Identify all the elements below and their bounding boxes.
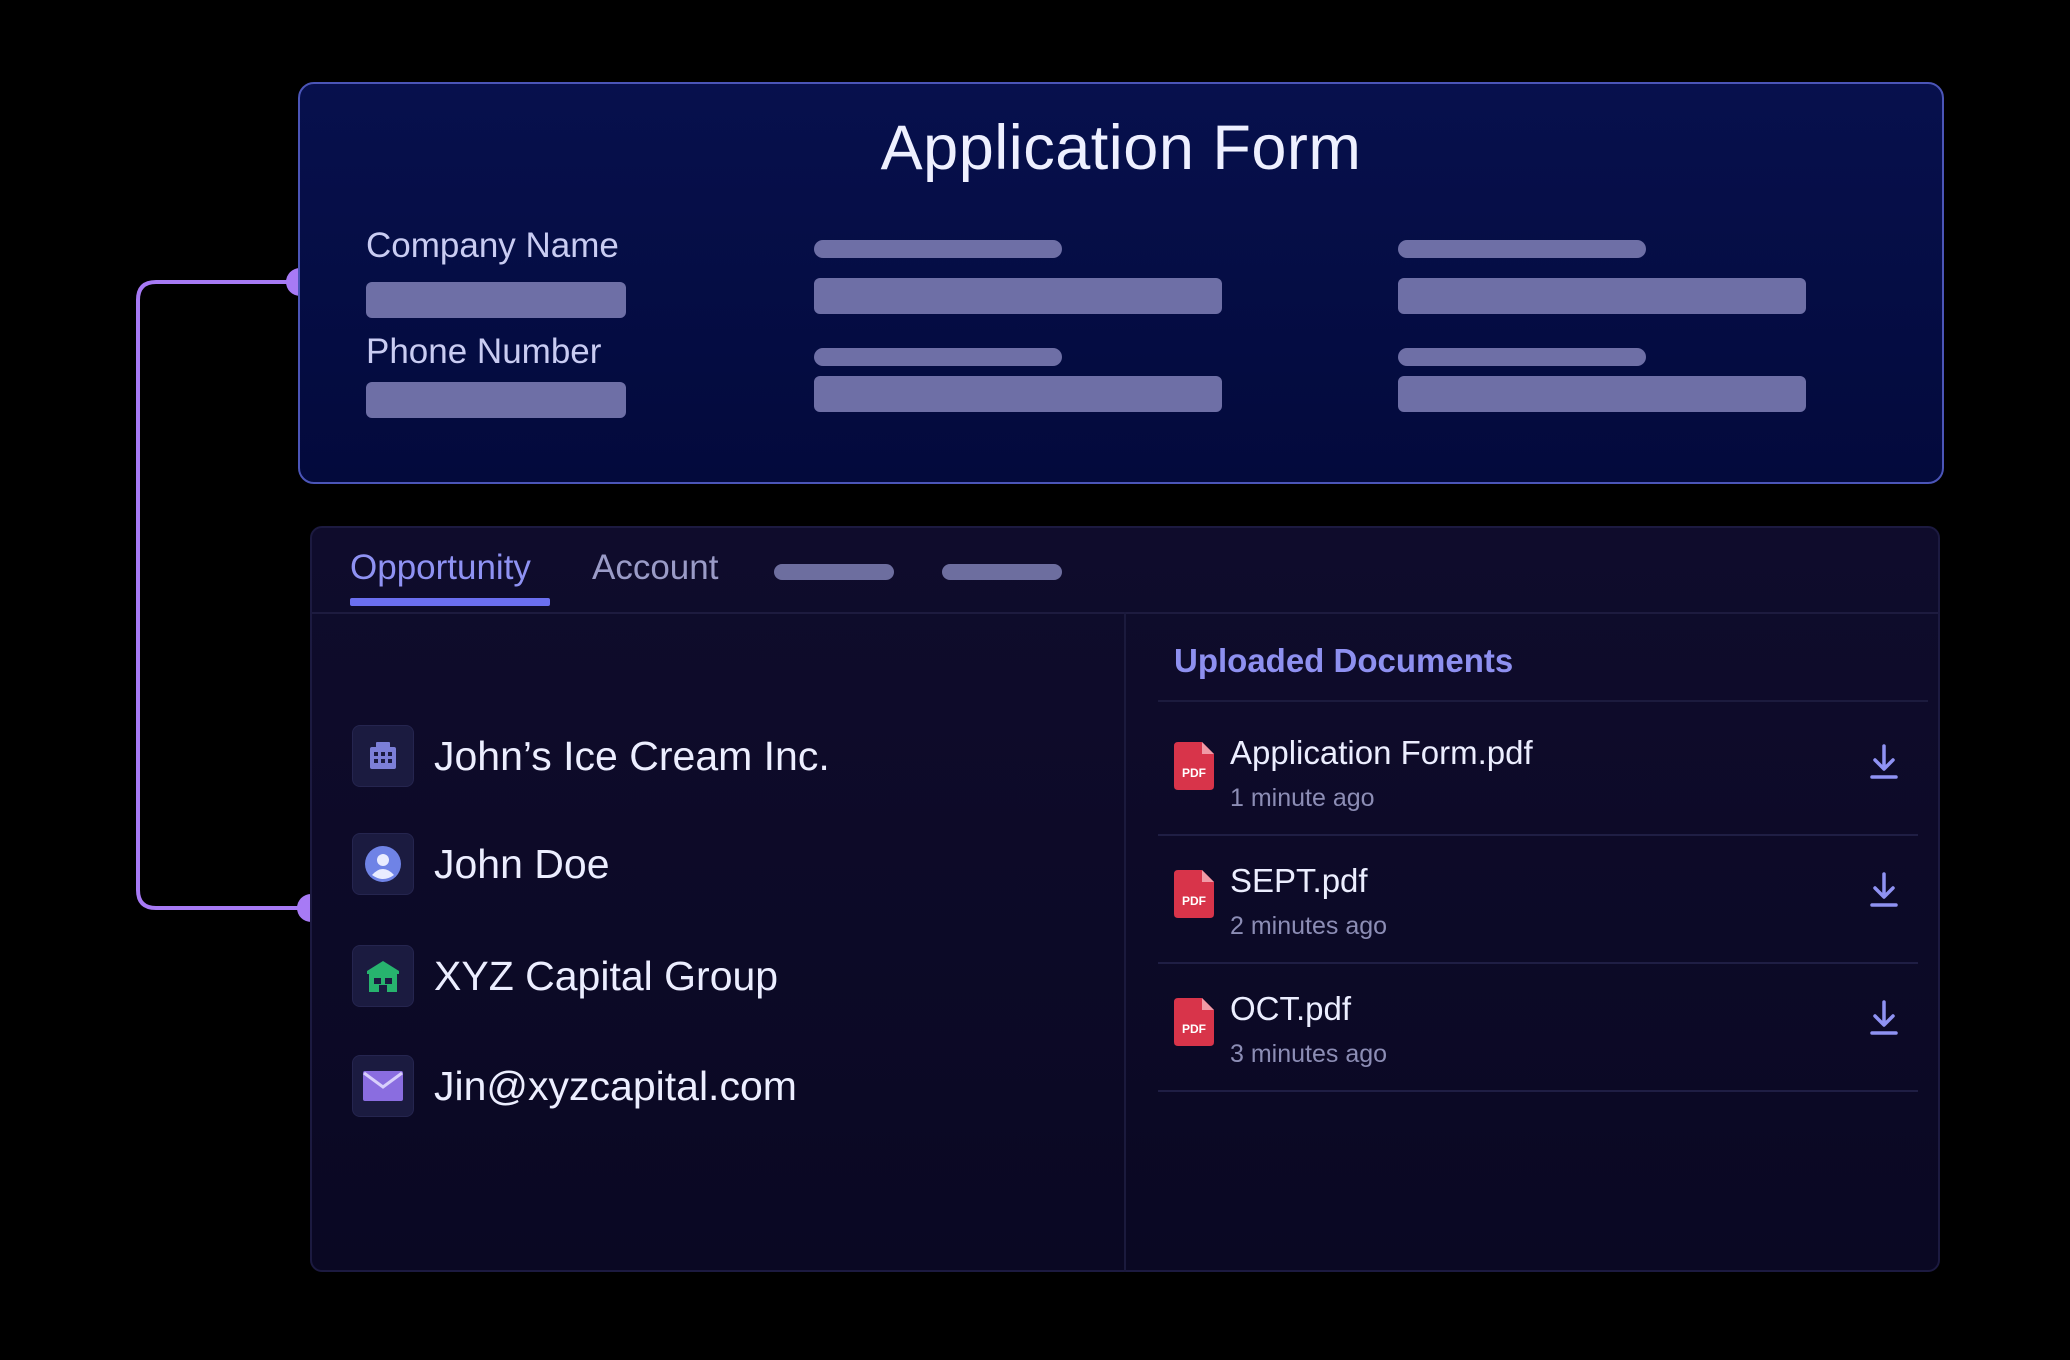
record-panel: Opportunity Account John’s Ice Cream Inc… (310, 526, 1940, 1272)
active-tab-indicator (350, 598, 550, 606)
pdf-file-icon: PDF (1174, 742, 1214, 790)
field-input-placeholder[interactable] (1398, 278, 1806, 314)
mail-icon (352, 1055, 414, 1117)
application-form-card: Application Form Company Name Phone Numb… (298, 82, 1944, 484)
pdf-file-icon: PDF (1174, 870, 1214, 918)
pdf-badge: PDF (1182, 1022, 1206, 1036)
tab-bar: Opportunity Account (312, 528, 1938, 614)
company-name-field[interactable] (366, 282, 626, 318)
info-row-email: Jin@xyzcapital.com (352, 1054, 797, 1118)
form-title: Application Form (880, 113, 1362, 183)
column-divider (1124, 612, 1126, 1272)
document-name: Application Form.pdf (1230, 734, 1533, 771)
field-label-placeholder (1398, 348, 1646, 366)
info-row-contact: John Doe (352, 832, 610, 896)
document-time: 3 minutes ago (1230, 1040, 1388, 1068)
user-icon (352, 833, 414, 895)
contact-name-value: John Doe (434, 840, 610, 887)
group-name-value: XYZ Capital Group (434, 952, 779, 999)
document-name: SEPT.pdf (1230, 862, 1368, 899)
field-input-placeholder[interactable] (814, 278, 1222, 314)
field-input-placeholder[interactable] (814, 376, 1222, 412)
document-row[interactable]: PDF SEPT.pdf 2 minutes ago (1158, 834, 1918, 964)
pdf-badge: PDF (1182, 766, 1206, 780)
pdf-badge: PDF (1182, 894, 1206, 908)
download-icon[interactable] (1868, 742, 1900, 782)
building-icon (352, 725, 414, 787)
docs-divider (1158, 700, 1928, 702)
document-time: 2 minutes ago (1230, 912, 1388, 940)
field-label-placeholder (814, 240, 1062, 258)
info-row-company: John’s Ice Cream Inc. (352, 724, 830, 788)
field-label-placeholder (814, 348, 1062, 366)
email-value[interactable]: Jin@xyzcapital.com (434, 1063, 797, 1110)
tab-opportunity[interactable]: Opportunity (350, 548, 531, 588)
pdf-file-icon: PDF (1174, 998, 1214, 1046)
document-row[interactable]: PDF OCT.pdf 3 minutes ago (1158, 962, 1918, 1092)
document-time: 1 minute ago (1230, 784, 1375, 812)
bank-icon (352, 945, 414, 1007)
document-name: OCT.pdf (1230, 990, 1352, 1027)
uploaded-documents-title: Uploaded Documents (1174, 642, 1514, 679)
tab-account[interactable]: Account (592, 548, 718, 588)
phone-number-field[interactable] (366, 382, 626, 418)
download-icon[interactable] (1868, 998, 1900, 1038)
company-name-value: John’s Ice Cream Inc. (434, 732, 830, 779)
screen-frame: Application Form Company Name Phone Numb… (0, 0, 2070, 1360)
company-name-label: Company Name (366, 226, 619, 265)
field-label-placeholder (1398, 240, 1646, 258)
info-row-group: XYZ Capital Group (352, 944, 778, 1008)
download-icon[interactable] (1868, 870, 1900, 910)
phone-number-label: Phone Number (366, 332, 602, 371)
document-row[interactable]: PDF Application Form.pdf 1 minute ago (1158, 706, 1918, 836)
field-input-placeholder[interactable] (1398, 376, 1806, 412)
tab-placeholder[interactable] (774, 564, 894, 580)
tab-placeholder[interactable] (942, 564, 1062, 580)
